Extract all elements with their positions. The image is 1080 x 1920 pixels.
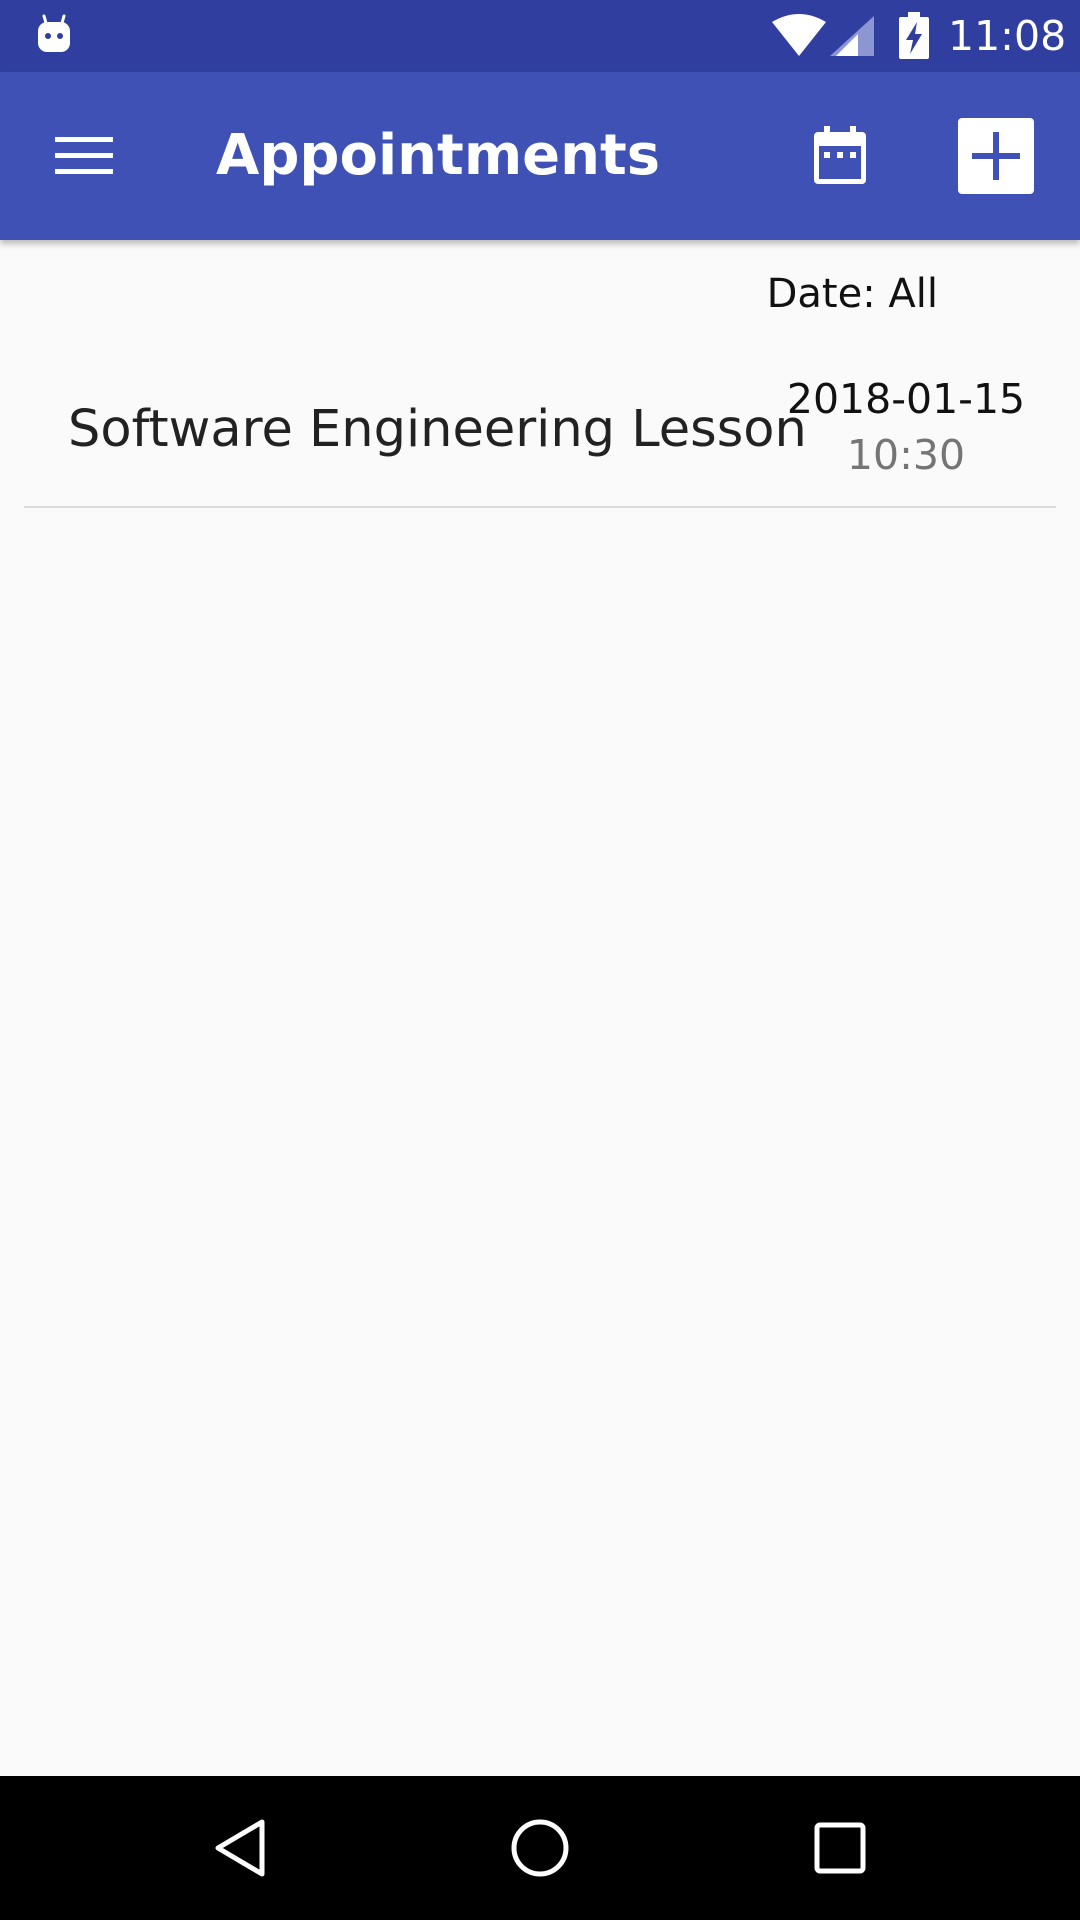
calendar-icon xyxy=(814,126,866,184)
status-clock: 11:08 xyxy=(948,12,1067,60)
recents-button[interactable] xyxy=(780,1798,900,1898)
status-bar: 11:08 xyxy=(0,0,1080,72)
appointment-list-item[interactable]: Software Engineering Lesson 2018-01-15 1… xyxy=(24,360,1056,508)
menu-button[interactable] xyxy=(36,116,132,196)
add-icon xyxy=(958,118,1034,194)
navigation-bar xyxy=(0,1776,1080,1920)
signal-icon xyxy=(830,16,874,56)
appointment-title: Software Engineering Lesson xyxy=(68,400,807,459)
home-button[interactable] xyxy=(480,1798,600,1898)
page-title: Appointments xyxy=(216,123,661,188)
back-icon xyxy=(215,1819,265,1877)
back-button[interactable] xyxy=(180,1798,300,1898)
battery-charging-icon xyxy=(899,12,929,59)
date-filter-label[interactable]: Date: All xyxy=(767,268,938,320)
app-toolbar: Appointments xyxy=(0,72,1080,240)
app-screen: 11:08 Appointments Date: All Software En… xyxy=(0,0,1080,1920)
add-appointment-button[interactable] xyxy=(956,116,1036,196)
home-icon xyxy=(511,1819,569,1877)
appointment-time: 10:30 xyxy=(846,431,966,479)
android-robot-icon xyxy=(38,14,70,52)
recents-icon xyxy=(814,1822,866,1874)
wifi-icon xyxy=(772,14,826,56)
appointment-date: 2018-01-15 xyxy=(786,375,1026,423)
calendar-button[interactable] xyxy=(796,116,884,196)
menu-icon xyxy=(55,137,113,174)
